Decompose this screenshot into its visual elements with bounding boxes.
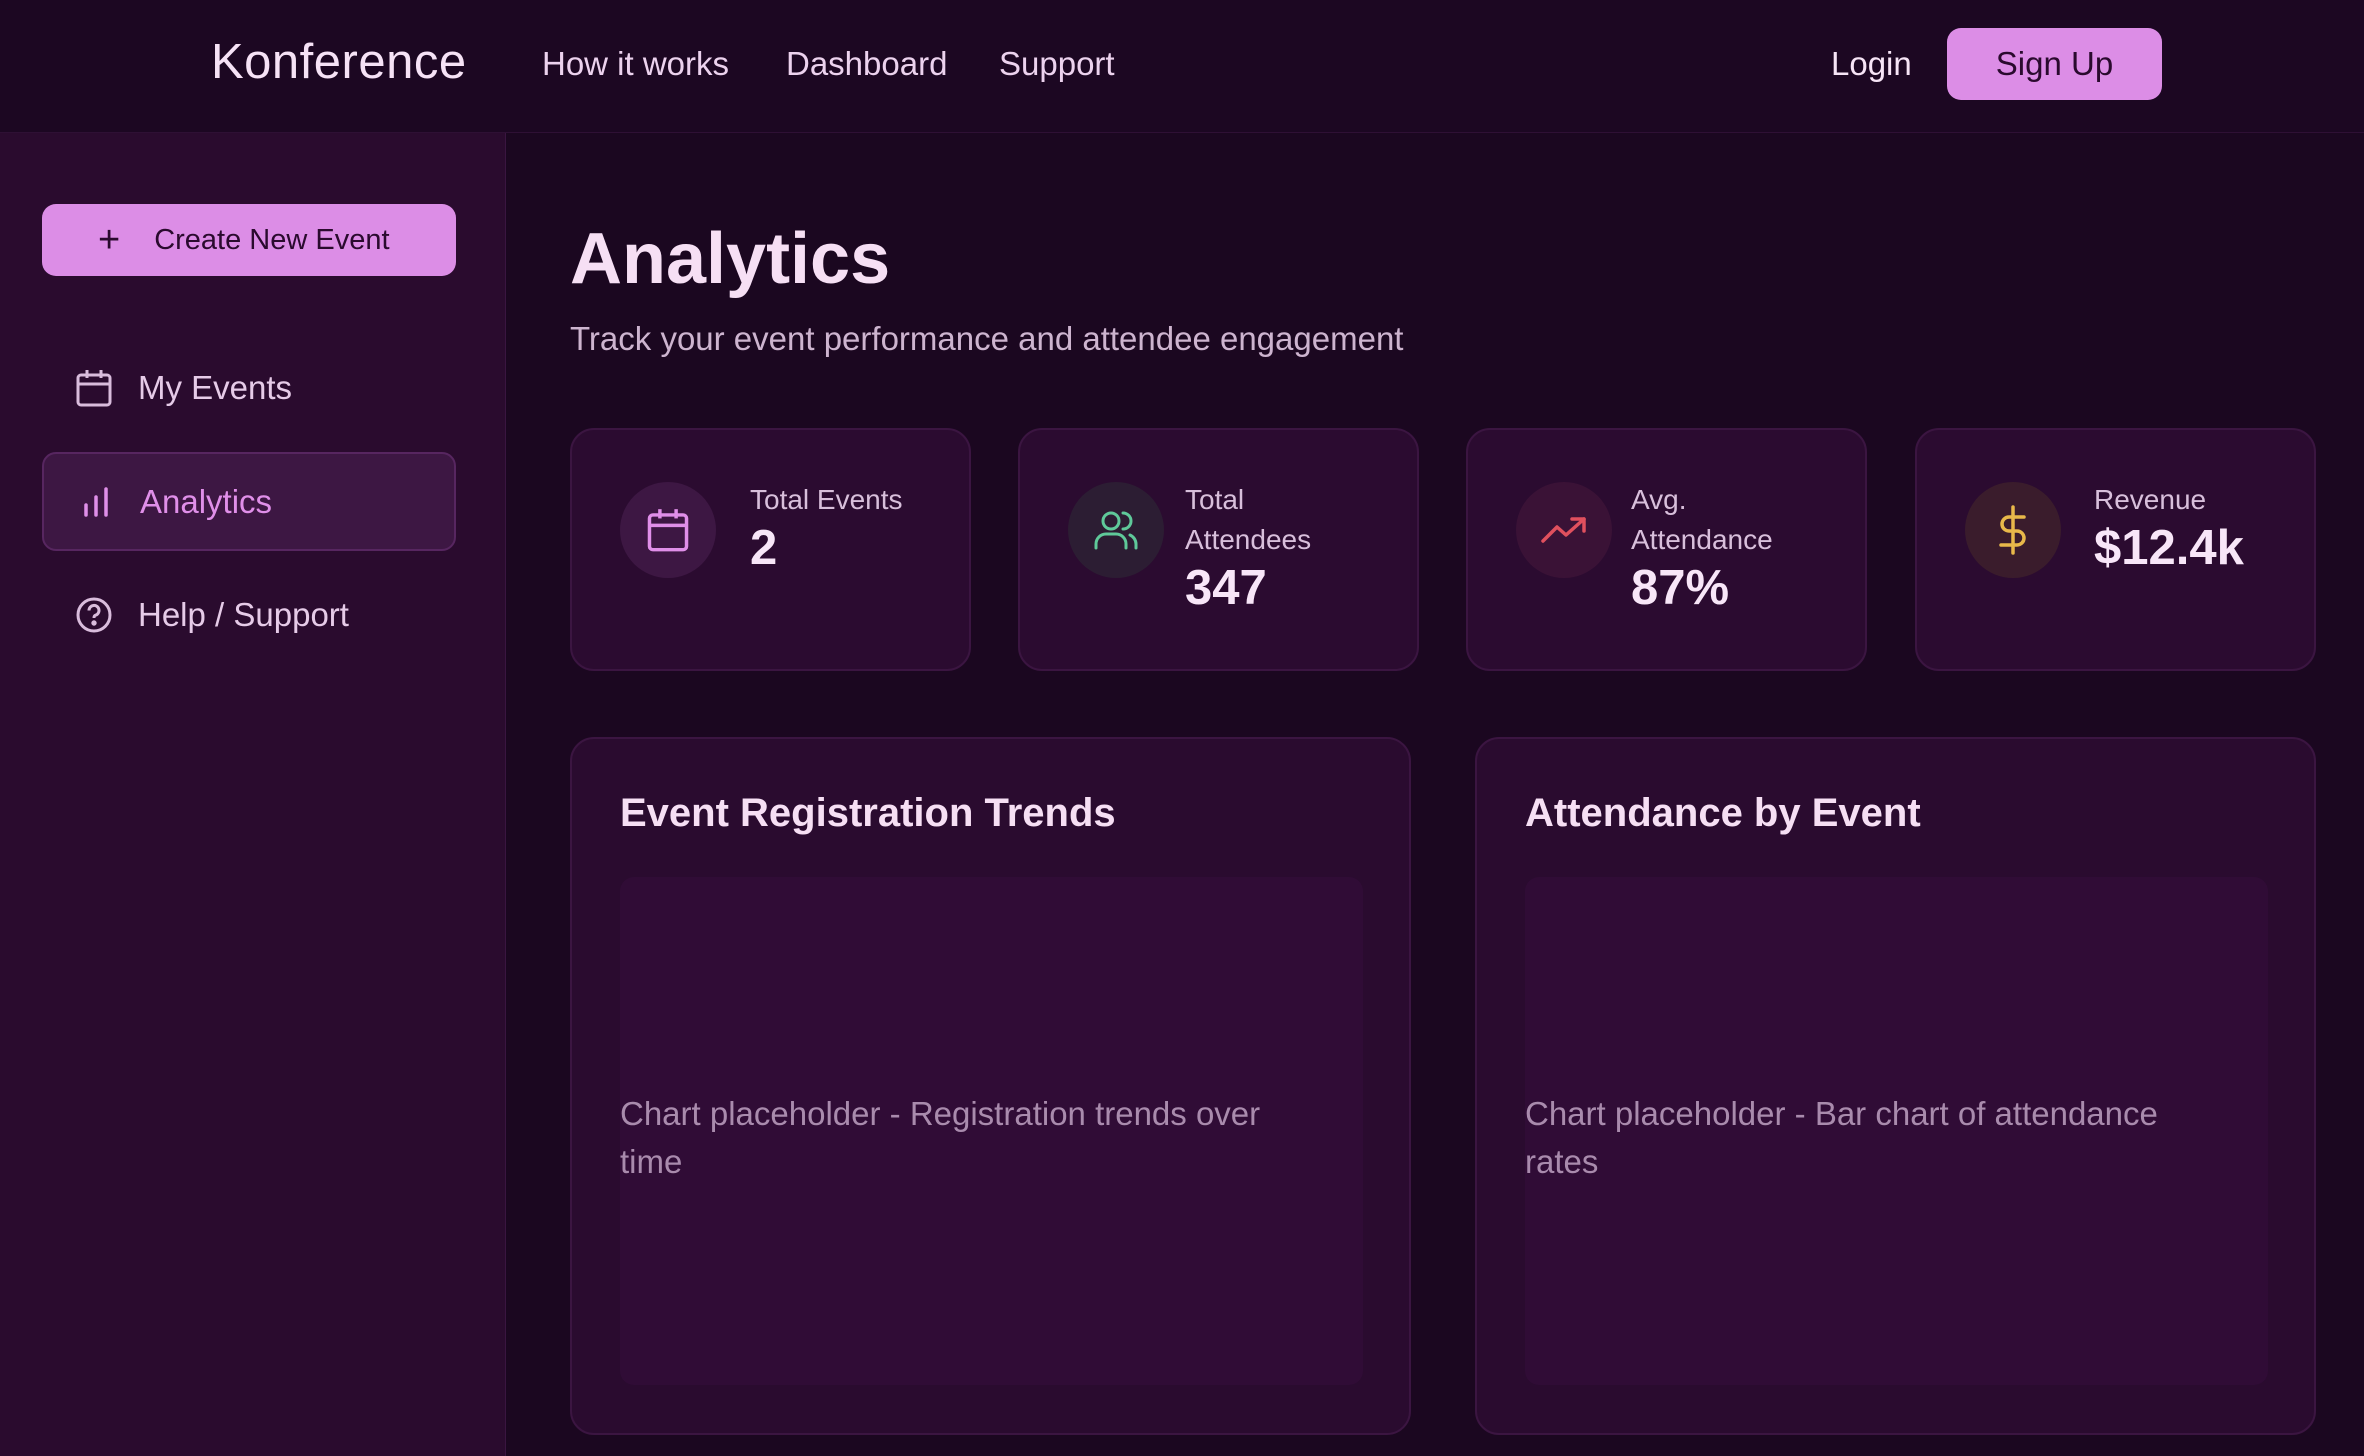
stat-card-total-attendees: Total Attendees 347 bbox=[1018, 428, 1419, 671]
sidebar-item-label: Help / Support bbox=[138, 595, 349, 633]
sidebar: + Create New Event My Events Analytics H… bbox=[0, 133, 506, 1456]
stat-card-avg-attendance: Avg. Attendance 87% bbox=[1466, 428, 1867, 671]
login-link[interactable]: Login bbox=[1831, 45, 1912, 83]
dollar-icon bbox=[1965, 482, 2061, 578]
stat-label: Total Attendees bbox=[1185, 484, 1312, 555]
nav-dashboard[interactable]: Dashboard bbox=[786, 45, 947, 83]
top-navigation-bar: Konference How it works Dashboard Suppor… bbox=[0, 0, 2364, 133]
create-new-event-label: Create New Event bbox=[154, 223, 390, 256]
stat-value: 87% bbox=[1631, 561, 1730, 615]
bar-chart-icon bbox=[76, 482, 116, 522]
panel-title: Event Registration Trends bbox=[620, 791, 1116, 835]
trending-up-icon bbox=[1516, 482, 1612, 578]
stat-label: Total Events bbox=[750, 484, 903, 515]
registration-trends-panel: Event Registration Trends Chart placehol… bbox=[570, 737, 1411, 1435]
stat-value: 347 bbox=[1185, 561, 1267, 615]
chart-placeholder-text: Chart placeholder - Bar chart of attenda… bbox=[1525, 1095, 2158, 1180]
stat-value: 2 bbox=[750, 521, 778, 575]
sidebar-item-label: Analytics bbox=[140, 482, 273, 520]
stat-label: Avg. Attendance bbox=[1631, 484, 1773, 555]
panel-title: Attendance by Event bbox=[1525, 791, 1921, 835]
calendar-icon bbox=[74, 368, 114, 408]
stat-value: $12.4k bbox=[2094, 521, 2244, 575]
sidebar-item-analytics[interactable]: Analytics bbox=[42, 452, 456, 551]
logo[interactable]: Konference bbox=[211, 34, 467, 90]
stat-card-total-events: Total Events 2 bbox=[570, 428, 971, 671]
help-circle-icon bbox=[74, 595, 114, 635]
calendar-icon bbox=[620, 482, 716, 578]
sidebar-item-help-support[interactable]: Help / Support bbox=[42, 565, 456, 664]
sidebar-item-label: My Events bbox=[138, 368, 293, 406]
page-subtitle: Track your event performance and attende… bbox=[570, 320, 1404, 357]
stat-label: Revenue bbox=[2094, 484, 2207, 515]
chart-area: Chart placeholder - Bar chart of attenda… bbox=[1525, 877, 2268, 1385]
create-new-event-button[interactable]: + Create New Event bbox=[42, 204, 456, 276]
page-title: Analytics bbox=[570, 219, 891, 299]
users-icon bbox=[1068, 482, 1164, 578]
stat-card-revenue: Revenue $12.4k bbox=[1915, 428, 2316, 671]
sidebar-item-my-events[interactable]: My Events bbox=[42, 338, 456, 437]
attendance-by-event-panel: Attendance by Event Chart placeholder - … bbox=[1475, 737, 2316, 1435]
plus-icon: + bbox=[98, 219, 121, 261]
chart-area: Chart placeholder - Registration trends … bbox=[620, 877, 1363, 1385]
sign-up-button[interactable]: Sign Up bbox=[1947, 28, 2162, 100]
chart-placeholder-text: Chart placeholder - Registration trends … bbox=[620, 1095, 1261, 1180]
nav-how-it-works[interactable]: How it works bbox=[542, 45, 729, 83]
nav-support[interactable]: Support bbox=[999, 45, 1115, 83]
